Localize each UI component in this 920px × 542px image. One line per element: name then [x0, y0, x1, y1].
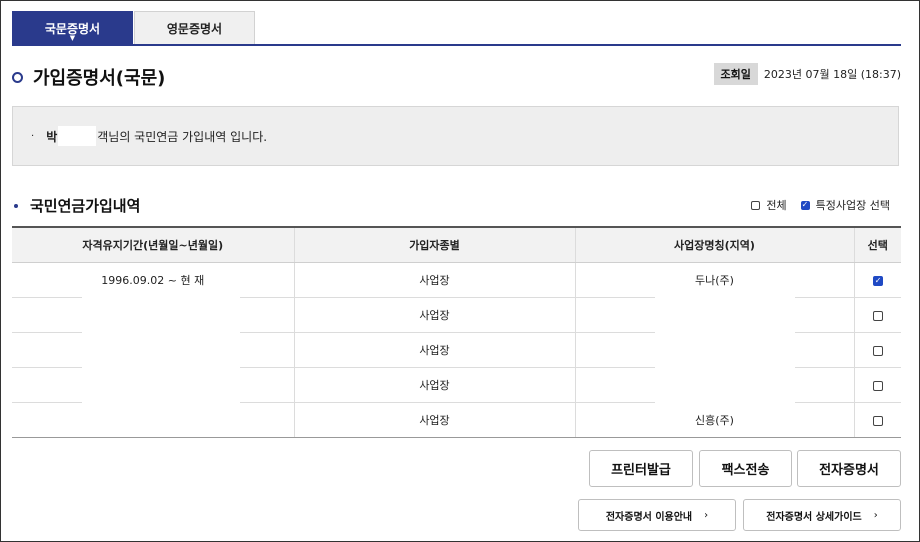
cell-select — [853, 332, 901, 368]
e-certificate-usage-guide-button[interactable]: 전자증명서 이용안내 › — [578, 499, 736, 531]
info-bullet: · — [31, 130, 35, 142]
page-title: 가입증명서(국문) — [33, 68, 166, 89]
cell-workplace: 신흥(주) — [574, 402, 854, 438]
cell-type: 사업장 — [293, 332, 575, 368]
button-label: 전자증명서 이용안내 — [605, 511, 693, 523]
caret-down-icon: ▼ — [69, 34, 76, 42]
table-header-row: 자격유지기간(년월일~년월일) 가입자종별 사업장명칭(지역) 선택 — [12, 226, 901, 263]
cell-select — [853, 262, 901, 298]
column-header-type: 가입자종별 — [293, 226, 575, 263]
cell-type: 사업장 — [293, 367, 575, 403]
redacted-workplaces — [655, 293, 795, 403]
row-select-checkbox[interactable] — [872, 380, 883, 391]
circle-bullet-icon — [12, 71, 23, 83]
checkbox-icon — [751, 200, 761, 210]
filter-checkboxes: 전체 특정사업장 선택 — [737, 197, 890, 213]
cell-select — [853, 402, 901, 438]
inquiry-date-value: 2023년 07월 18일 (18:37) — [763, 68, 901, 81]
button-label: 전자증명서 상세가이드 — [766, 511, 862, 523]
tab-label: 영문증명서 — [166, 22, 223, 36]
row-select-checkbox[interactable] — [872, 310, 883, 321]
section-title: 국민연금가입내역 — [30, 197, 141, 215]
tab-korean-certificate[interactable]: 국문증명서 ▼ — [12, 11, 133, 45]
chevron-right-icon: › — [704, 509, 709, 521]
row-select-checkbox[interactable] — [872, 275, 883, 287]
select-all-checkbox[interactable]: 전체 — [751, 197, 787, 213]
select-specific-workplace-checkbox[interactable]: 특정사업장 선택 — [800, 197, 890, 213]
cell-select — [853, 367, 901, 403]
fax-send-button[interactable]: 팩스전송 — [699, 450, 792, 487]
checkbox-icon — [800, 199, 810, 211]
info-box: · 박 객님의 국민연금 가입내역 입니다. — [12, 106, 899, 166]
info-text: 객님의 국민연금 가입내역 입니다. — [97, 129, 268, 144]
e-certificate-detail-guide-button[interactable]: 전자증명서 상세가이드 › — [743, 499, 901, 531]
tab-english-certificate[interactable]: 영문증명서 — [134, 11, 255, 45]
electronic-certificate-button[interactable]: 전자증명서 — [797, 450, 901, 487]
redacted-periods — [82, 293, 240, 430]
cell-type: 사업장 — [293, 402, 575, 438]
redacted-name — [58, 126, 97, 146]
chevron-right-icon: › — [873, 509, 878, 521]
section-header: 국민연금가입내역 — [14, 195, 140, 216]
section-dot-icon — [14, 203, 18, 208]
column-header-select: 선택 — [853, 226, 901, 263]
cell-type: 사업장 — [293, 262, 575, 298]
certificate-tabs: 국문증명서 ▼ 영문증명서 — [12, 11, 255, 45]
print-issue-button[interactable]: 프린터발급 — [589, 450, 693, 487]
tab-divider — [12, 44, 901, 46]
inquiry-date-badge: 조회일 — [713, 63, 758, 85]
select-specific-label: 특정사업장 선택 — [815, 199, 890, 212]
column-header-period: 자격유지기간(년월일~년월일) — [12, 226, 294, 263]
cell-type: 사업장 — [293, 297, 575, 333]
row-select-checkbox[interactable] — [872, 415, 883, 426]
cell-select — [853, 297, 901, 333]
row-select-checkbox[interactable] — [872, 345, 883, 356]
page-header: 가입증명서(국문) — [12, 64, 165, 90]
inquiry-date: 조회일 2023년 07월 18일 (18:37) — [713, 63, 901, 85]
customer-name-initial: 박 — [46, 129, 58, 144]
select-all-label: 전체 — [766, 199, 787, 212]
column-header-workplace: 사업장명칭(지역) — [574, 226, 854, 263]
